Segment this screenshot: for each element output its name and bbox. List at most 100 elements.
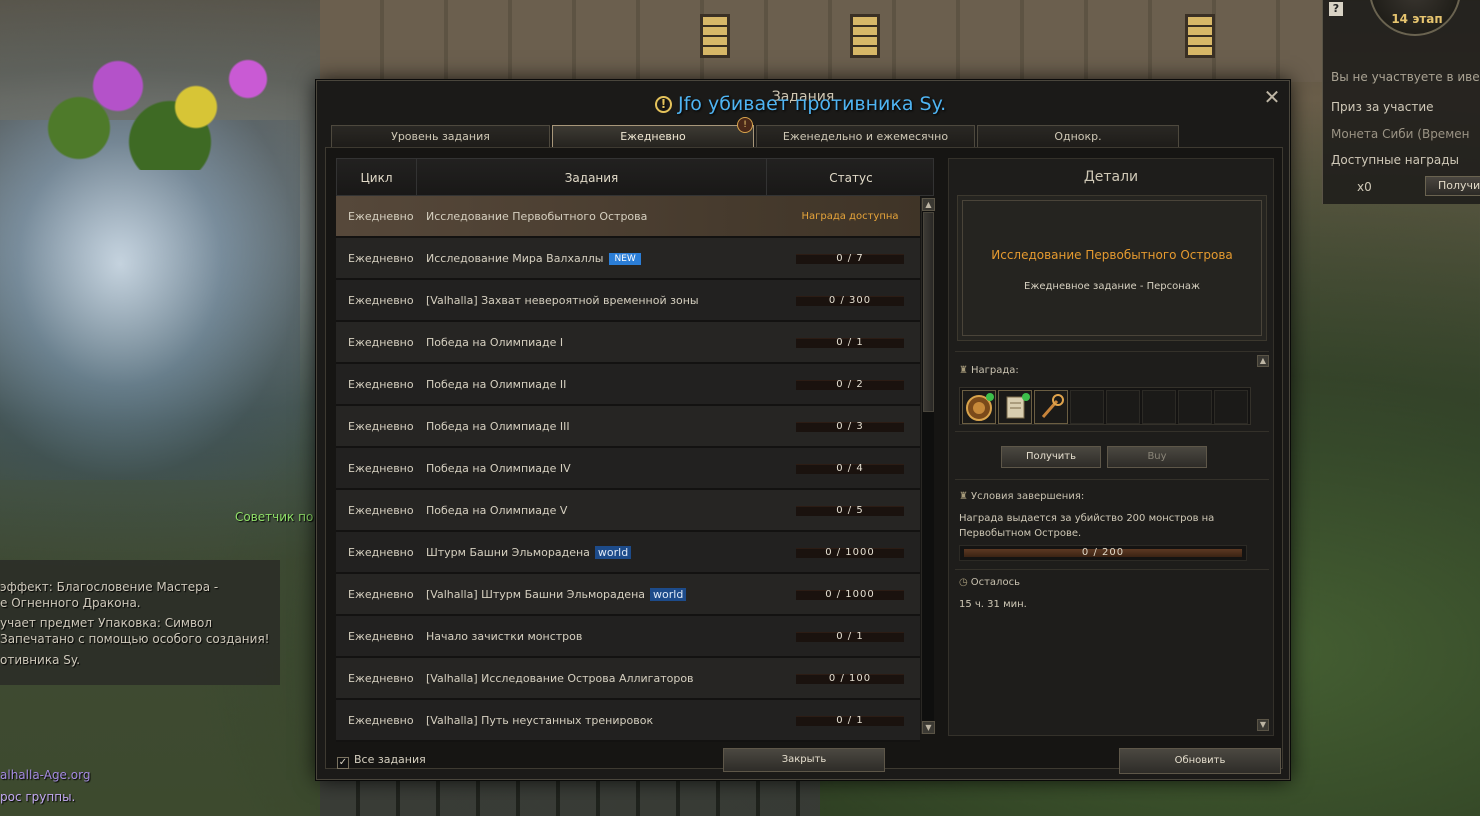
table-row[interactable]: Ежедневно Победа на Олимпиаде I 0 / 1 [336, 322, 920, 364]
chat-line: Запечатано с помощью особого создания! [0, 632, 270, 646]
collapse-up-icon[interactable]: ▲ [1257, 355, 1269, 367]
tab-daily[interactable]: Ежедневно [552, 125, 754, 147]
details-panel: Детали Исследование Первобытного Острова… [948, 158, 1274, 736]
checkbox-icon[interactable]: ✓ [337, 757, 349, 769]
refresh-button[interactable]: Обновить [1119, 748, 1281, 774]
quest-table: Цикл Задания Статус Ежедневно Исследовани… [336, 158, 936, 742]
row-progress-bar: 0 / 100 [796, 673, 904, 684]
row-cycle: Ежедневно [348, 546, 414, 559]
scroll-up-icon[interactable]: ▲ [922, 198, 935, 211]
details-quest-type: Ежедневное задание - Персонаж [1024, 281, 1200, 292]
event-stage-badge: 14 этап [1369, 0, 1461, 36]
condition-progress-bar: 0 / 200 [959, 545, 1247, 561]
all-quests-checkbox[interactable]: ✓ Все задания [337, 753, 426, 769]
tome-icon[interactable] [962, 390, 996, 424]
chat-line: отивника Sy. [0, 653, 81, 667]
row-progress-bar: 0 / 2 [796, 379, 904, 390]
tab-alert-badge: ! [737, 117, 753, 133]
table-row[interactable]: Ежедневно Победа на Олимпиаде V 0 / 5 [336, 490, 920, 532]
background-building [320, 0, 1330, 82]
key-icon[interactable] [1034, 390, 1068, 424]
buy-button[interactable]: Buy [1107, 446, 1207, 468]
reward-count: x0 [1357, 180, 1372, 194]
table-row[interactable]: Ежедневно Исследование Мира Валхаллы NEW 0 … [336, 238, 920, 280]
close-button[interactable]: Закрыть [723, 748, 885, 772]
row-cycle: Ежедневно [348, 672, 414, 685]
tab-quest-level[interactable]: Уровень задания [331, 125, 550, 147]
help-icon[interactable]: ? [1329, 2, 1343, 16]
table-row[interactable]: Ежедневно [Valhalla] Исследование Острова… [336, 658, 920, 700]
row-quest-name-text: [Valhalla] Исследование Острова Аллигато… [426, 672, 694, 685]
empty-slot [1178, 390, 1212, 424]
row-progress-bar: 0 / 7 [796, 253, 904, 264]
table-row[interactable]: Ежедневно [Valhalla] Захват невероятной в… [336, 280, 920, 322]
content-frame: Цикл Задания Статус Ежедневно Исследовани… [325, 147, 1283, 769]
table-row[interactable]: Ежедневно [Valhalla] Путь неустанных трен… [336, 700, 920, 742]
event-panel: ? 14 этап Вы не участвуете в ивенте Приз… [1322, 0, 1480, 204]
row-progress-text: 0 / 1000 [825, 547, 875, 558]
scroll-icon[interactable] [998, 390, 1032, 424]
group-request[interactable]: рос группы. [0, 790, 280, 804]
table-row[interactable]: Ежедневно Победа на Олимпиаде III 0 / 3 [336, 406, 920, 448]
tab-weekly-monthly[interactable]: Еженедельно и ежемесячно [756, 125, 975, 147]
row-progress-text: 0 / 1 [836, 337, 864, 348]
row-quest-name: Победа на Олимпиаде IV [426, 448, 571, 490]
row-quest-name: Победа на Олимпиаде V [426, 490, 567, 532]
row-progress-text: 0 / 1000 [825, 589, 875, 600]
col-header-status: Статус [829, 171, 873, 185]
row-quest-name-text: Победа на Олимпиаде III [426, 420, 570, 433]
collapse-down-icon[interactable]: ▼ [1257, 719, 1269, 731]
row-progress-text: 0 / 3 [836, 421, 864, 432]
details-quest-name: Исследование Первобытного Острова [991, 248, 1233, 262]
row-progress-bar: 0 / 1 [796, 337, 904, 348]
empty-slot [1106, 390, 1140, 424]
table-header: Цикл Задания Статус [336, 158, 934, 197]
empty-slot [1070, 390, 1104, 424]
row-cycle: Ежедневно [348, 462, 414, 475]
row-progress-bar: 0 / 3 [796, 421, 904, 432]
scroll-thumb[interactable] [923, 212, 934, 412]
chat-line: учает предмет Упаковка: Символ [0, 616, 213, 630]
row-progress-bar: 0 / 1 [796, 715, 904, 726]
row-progress-text: 0 / 300 [828, 295, 872, 306]
receive-reward-button[interactable]: Получить [1001, 446, 1101, 468]
row-progress-text: 0 / 1 [836, 631, 864, 642]
row-progress-bar: 0 / 5 [796, 505, 904, 516]
conditions-label-text: Условия завершения: [970, 491, 1085, 502]
advisor-label[interactable]: Советчик по ... [235, 510, 329, 524]
row-cycle: Ежедневно [348, 336, 414, 349]
row-quest-name-text: [Valhalla] Путь неустанных тренировок [426, 714, 654, 727]
row-progress-text: 0 / 5 [836, 505, 864, 516]
quest-list-scrollbar[interactable]: ▲ ▼ [921, 198, 935, 734]
row-progress-bar: 0 / 1 [796, 631, 904, 642]
row-quest-name: Исследование Мира Валхаллы NEW [426, 238, 641, 280]
scroll-down-icon[interactable]: ▼ [922, 721, 935, 734]
divider [955, 569, 1269, 570]
row-quest-name-text: Победа на Олимпиаде V [426, 504, 568, 517]
row-quest-name-text: Начало зачистки монстров [426, 630, 583, 643]
site-link[interactable]: alhalla-Age.org [0, 768, 280, 782]
empty-slot [1142, 390, 1176, 424]
quest-list[interactable]: Ежедневно Исследование Первобытного Остро… [336, 196, 920, 742]
row-status-ready: Награда доступна [801, 211, 899, 222]
event-stage-label: 14 этап [1391, 12, 1443, 26]
row-progress-text: 0 / 2 [836, 379, 864, 390]
available-rewards-label: Доступные награды [1331, 153, 1460, 167]
event-receive-button[interactable]: Получи [1425, 176, 1480, 196]
remaining-label: ◷ Осталось [959, 577, 1020, 588]
world-badge: world [650, 588, 687, 601]
close-icon[interactable]: ✕ [1263, 87, 1281, 107]
row-quest-name-text: [Valhalla] Захват невероятной временной … [426, 294, 699, 307]
table-row[interactable]: Ежедневно Штурм Башни Эльморадена world 0 /… [336, 532, 920, 574]
tab-one-time[interactable]: Однокр. [977, 125, 1179, 147]
table-row[interactable]: Ежедневно Победа на Олимпиаде IV 0 / 4 [336, 448, 920, 490]
conditions-icon: ♜ [959, 491, 968, 502]
table-row[interactable]: Ежедневно Начало зачистки монстров 0 / 1 [336, 616, 920, 658]
skill-hotbar[interactable] [320, 778, 820, 816]
row-quest-name: [Valhalla] Путь неустанных тренировок [426, 700, 653, 742]
table-row[interactable]: Ежедневно [Valhalla] Штурм Башни Эльморад… [336, 574, 920, 616]
table-row[interactable]: Ежедневно Победа на Олимпиаде II 0 / 2 [336, 364, 920, 406]
table-row[interactable]: Ежедневно Исследование Первобытного Остро… [336, 196, 920, 238]
row-progress-text: 0 / 7 [836, 253, 864, 264]
row-cycle: Ежедневно [348, 504, 414, 517]
